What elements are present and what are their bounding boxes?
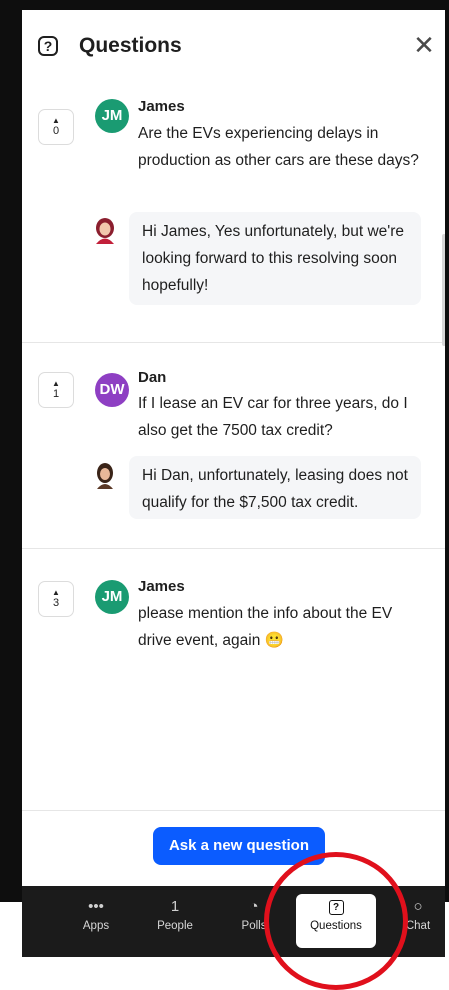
avatar: DW: [95, 373, 129, 407]
upvote-arrow-icon: ▲: [52, 379, 60, 388]
top-border: [0, 0, 449, 10]
vote-count: 1: [52, 388, 60, 400]
upvote-button[interactable]: ▲ 0: [38, 109, 74, 145]
question-text: Are the EVs experiencing delays in produ…: [138, 125, 419, 169]
host-avatar-icon: [96, 218, 114, 244]
question-text: If I lease an EV car for three years, do…: [138, 395, 408, 439]
toolbar-questions[interactable]: ? Questions: [296, 894, 376, 948]
asker-name: James: [138, 578, 185, 595]
grimace-emoji-icon: 😬: [264, 632, 284, 649]
polls-icon: ◔: [249, 898, 259, 915]
toolbar-polls[interactable]: ◔ Polls: [214, 894, 294, 948]
asker-name: James: [138, 98, 185, 115]
avatar: JM: [95, 99, 129, 133]
upvote-arrow-icon: ▲: [52, 588, 60, 597]
question-item: ▲ 3 JM James please mention the info abo…: [22, 548, 445, 810]
toolbar-label: People: [157, 920, 193, 932]
avatar: JM: [95, 580, 129, 614]
toolbar-label: Apps: [82, 920, 110, 932]
upvote-button[interactable]: ▲ 1: [38, 372, 74, 408]
question-icon: ?: [38, 36, 58, 56]
toolbar-people[interactable]: 1 People: [135, 894, 215, 948]
questions-list[interactable]: ▲ 0 JM James Are the EVs experiencing de…: [22, 84, 445, 810]
question-text: please mention the info about the EV dri…: [138, 600, 423, 654]
reply-bubble: Hi James, Yes unfortunately, but we're l…: [129, 212, 421, 305]
panel-header: ? Questions ✕: [22, 10, 445, 84]
host-avatar-icon: [97, 463, 113, 489]
toolbar-apps[interactable]: ••• Apps: [56, 894, 136, 948]
ask-new-question-button[interactable]: Ask a new question: [153, 827, 325, 865]
left-border: [0, 0, 22, 902]
question-icon: ?: [296, 894, 376, 920]
question-item: ▲ 0 JM James Are the EVs experiencing de…: [22, 84, 445, 343]
question-item: ▲ 1 DW Dan If I lease an EV car for thre…: [22, 342, 445, 549]
toolbar-chat[interactable]: ○ Chat: [378, 894, 449, 948]
scrollbar-thumb[interactable]: [442, 234, 445, 346]
panel-title: Questions: [79, 34, 182, 57]
meeting-toolbar: ••• Apps 1 People ◔ Polls ? Questions ○ …: [22, 886, 445, 957]
people-count: 1: [170, 898, 180, 915]
toolbar-label: Chat: [405, 920, 431, 932]
vote-count: 0: [52, 125, 60, 137]
panel-footer: Ask a new question: [22, 810, 445, 886]
reply-bubble: Hi Dan, unfortunately, leasing does not …: [129, 456, 421, 519]
vote-count: 3: [52, 597, 60, 609]
app-window: ? Questions ✕ ▲ 0 JM James Are the EVs e…: [0, 0, 449, 990]
close-icon[interactable]: ✕: [411, 32, 437, 58]
toolbar-label: Questions: [310, 920, 362, 932]
asker-name: Dan: [138, 369, 167, 386]
upvote-button[interactable]: ▲ 3: [38, 581, 74, 617]
toolbar-label: Polls: [241, 920, 267, 932]
right-border: [445, 0, 449, 902]
apps-icon: •••: [88, 898, 104, 915]
questions-panel: ? Questions ✕ ▲ 0 JM James Are the EVs e…: [22, 10, 445, 886]
upvote-arrow-icon: ▲: [52, 116, 60, 125]
chat-icon: ○: [413, 898, 423, 915]
